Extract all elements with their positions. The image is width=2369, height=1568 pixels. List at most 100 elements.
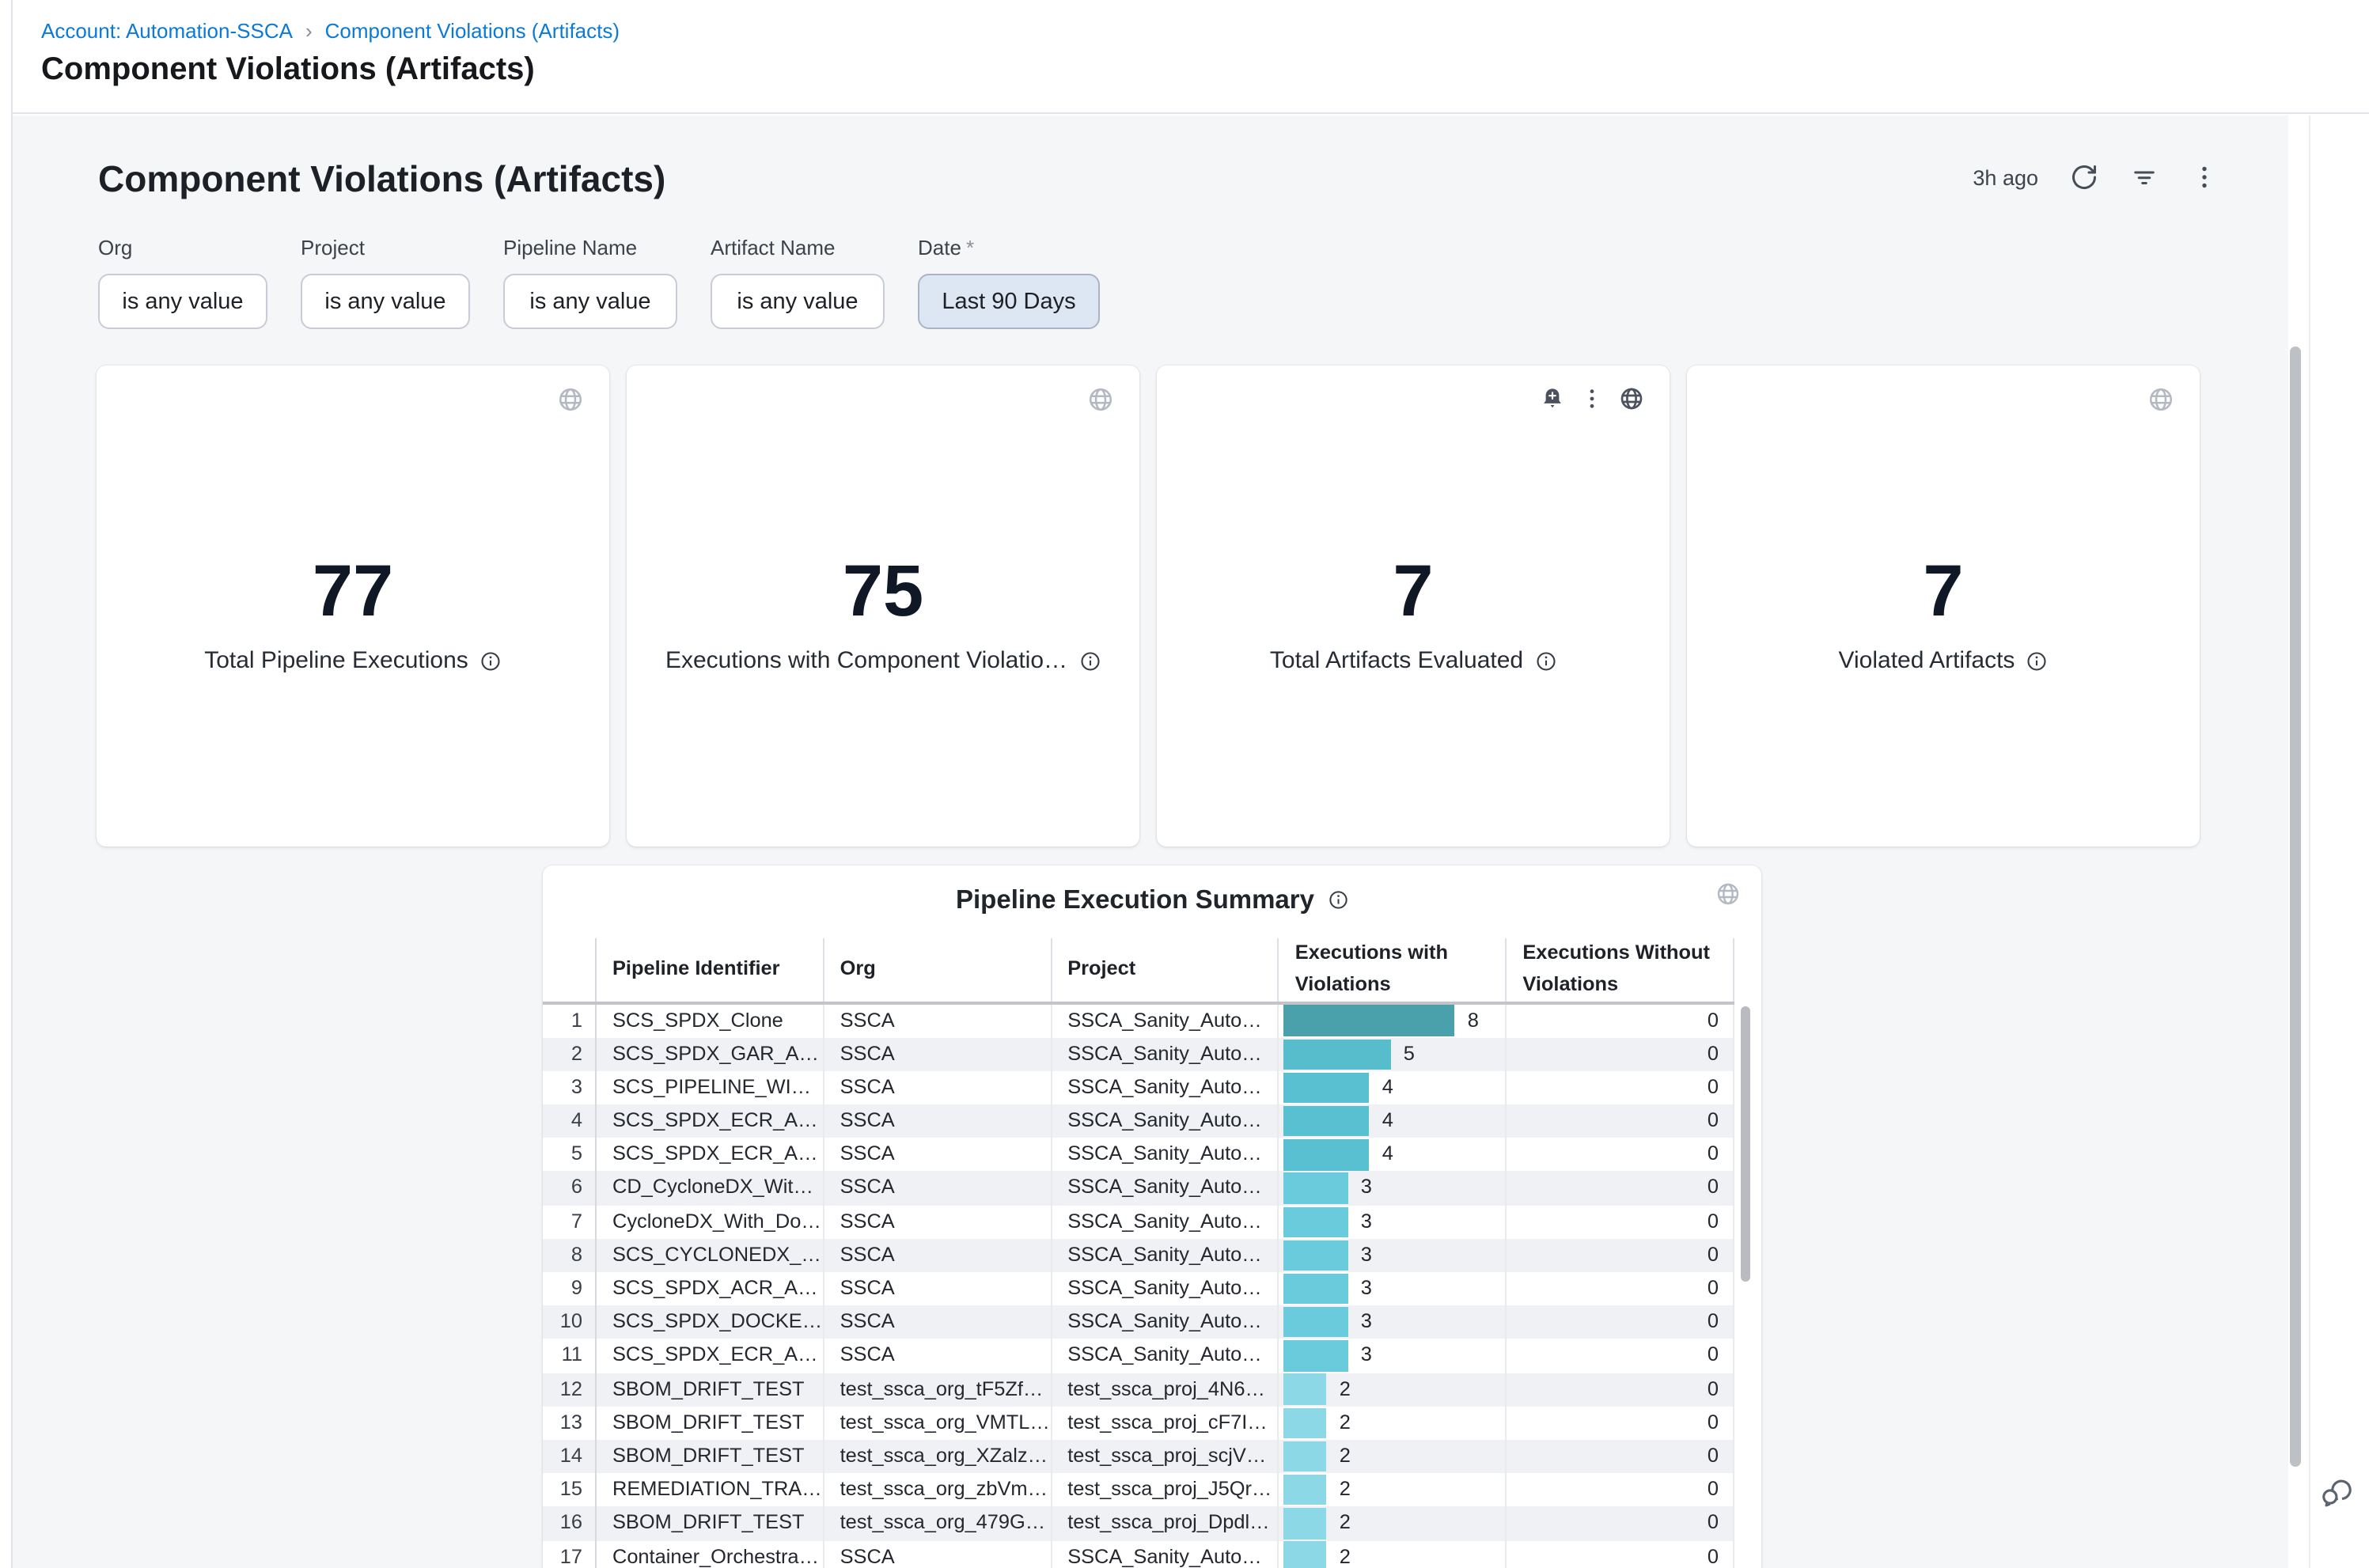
info-icon[interactable] bbox=[479, 650, 502, 672]
executions-with-violations-cell: 3 bbox=[1279, 1205, 1507, 1238]
column-header-executions-with-violations[interactable]: Executions withViolations bbox=[1279, 937, 1507, 1001]
project-cell: test_ssca_proj_cF7I9… bbox=[1052, 1407, 1279, 1440]
chat-help-icon[interactable] bbox=[2320, 1475, 2355, 1509]
filter-artifact-name-label: Artifact Name bbox=[711, 236, 885, 259]
column-header-org[interactable]: Org bbox=[824, 937, 1052, 1001]
executions-without-violations-cell: 0 bbox=[1507, 1339, 1734, 1373]
violations-bar bbox=[1284, 1475, 1327, 1506]
table-row: 1SCS_SPDX_CloneSSCASSCA_Sanity_Automa…80 bbox=[543, 1004, 1734, 1037]
breadcrumb-link-page[interactable]: Component Violations (Artifacts) bbox=[325, 19, 620, 43]
violations-bar bbox=[1284, 1441, 1327, 1472]
globe-icon bbox=[557, 386, 584, 413]
org-cell: test_ssca_org_XZalzy… bbox=[824, 1440, 1052, 1473]
pipeline-identifier-cell: SCS_SPDX_GAR_ALL… bbox=[597, 1037, 824, 1070]
bell-plus-alert-icon[interactable] bbox=[1540, 386, 1565, 411]
row-number-column-header bbox=[543, 937, 597, 1001]
pipeline-identifier-cell: SBOM_DRIFT_TEST bbox=[597, 1407, 824, 1440]
violations-value: 2 bbox=[1340, 1373, 1351, 1406]
table-row: 14SBOM_DRIFT_TESTtest_ssca_org_XZalzy…te… bbox=[543, 1440, 1734, 1473]
project-cell: SSCA_Sanity_Automa… bbox=[1052, 1339, 1279, 1373]
filter-pipeline-name-label: Pipeline Name bbox=[503, 236, 677, 259]
executions-with-violations-cell: 2 bbox=[1279, 1373, 1507, 1406]
violations-bar bbox=[1284, 1307, 1348, 1338]
table-row: 8SCS_CYCLONEDX_GA…SSCASSCA_Sanity_Automa… bbox=[543, 1239, 1734, 1272]
executions-without-violations-cell: 0 bbox=[1507, 1440, 1734, 1473]
violations-value: 4 bbox=[1382, 1071, 1393, 1104]
project-cell: SSCA_Sanity_Automa… bbox=[1052, 1071, 1279, 1104]
row-number-cell: 10 bbox=[543, 1305, 597, 1339]
project-cell: SSCA_Sanity_Automa… bbox=[1052, 1004, 1279, 1037]
dashboard-title: Component Violations (Artifacts) bbox=[98, 158, 665, 201]
filter-icon[interactable] bbox=[2130, 163, 2159, 191]
filter-org-label: Org bbox=[98, 236, 267, 259]
info-icon[interactable] bbox=[1534, 650, 1556, 672]
kebab-menu-icon[interactable] bbox=[1579, 386, 1605, 411]
row-number-cell: 3 bbox=[543, 1071, 597, 1104]
pipeline-identifier-cell: SBOM_DRIFT_TEST bbox=[597, 1507, 824, 1540]
project-cell: SSCA_Sanity_Automa… bbox=[1052, 1138, 1279, 1172]
pipeline-identifier-cell: SCS_CYCLONEDX_GA… bbox=[597, 1239, 824, 1272]
page-scrollbar-thumb[interactable] bbox=[2290, 347, 2300, 1467]
org-cell: SSCA bbox=[824, 1305, 1052, 1339]
filter-artifact-name-value-button[interactable]: is any value bbox=[711, 274, 885, 329]
filter-project-value-button[interactable]: is any value bbox=[301, 274, 470, 329]
violations-value: 3 bbox=[1361, 1305, 1372, 1339]
project-cell: test_ssca_proj_Dpdlb… bbox=[1052, 1507, 1279, 1540]
dashboard-controls: 3h ago bbox=[1973, 163, 2219, 191]
violations-bar bbox=[1284, 1508, 1327, 1539]
project-cell: SSCA_Sanity_Automa… bbox=[1052, 1037, 1279, 1070]
executions-with-violations-cell: 2 bbox=[1279, 1540, 1507, 1568]
violations-value: 3 bbox=[1361, 1339, 1372, 1373]
executions-with-violations-cell: 2 bbox=[1279, 1407, 1507, 1440]
filter-date-label: Date* bbox=[918, 236, 1100, 259]
table-scrollbar-thumb[interactable] bbox=[1741, 1006, 1750, 1281]
executions-with-violations-cell: 3 bbox=[1279, 1339, 1507, 1373]
org-cell: test_ssca_org_tF5Zf0… bbox=[824, 1373, 1052, 1406]
violations-value: 2 bbox=[1340, 1507, 1351, 1540]
row-number-cell: 17 bbox=[543, 1540, 597, 1568]
pipeline-identifier-cell: SCS_SPDX_DOCKER_… bbox=[597, 1305, 824, 1339]
filter-date-value-button[interactable]: Last 90 Days bbox=[918, 274, 1100, 329]
table-row: 2SCS_SPDX_GAR_ALL…SSCASSCA_Sanity_Automa… bbox=[543, 1037, 1734, 1070]
executions-with-violations-cell: 3 bbox=[1279, 1239, 1507, 1272]
row-number-cell: 4 bbox=[543, 1104, 597, 1138]
breadcrumb: Account: Automation-SSCA › Component Vio… bbox=[41, 19, 620, 43]
org-cell: test_ssca_org_479Gc… bbox=[824, 1507, 1052, 1540]
column-header-executions-without-violations[interactable]: Executions WithoutViolations bbox=[1507, 937, 1734, 1001]
required-asterisk: * bbox=[966, 236, 974, 259]
project-cell: test_ssca_proj_4N6M… bbox=[1052, 1373, 1279, 1406]
table-row: 5SCS_SPDX_ECR_ALL_…SSCASSCA_Sanity_Autom… bbox=[543, 1138, 1734, 1172]
refresh-icon[interactable] bbox=[2070, 163, 2098, 191]
executions-without-violations-cell: 0 bbox=[1507, 1272, 1734, 1305]
kpi-value: 77 bbox=[97, 546, 609, 634]
content-right-divider bbox=[2309, 116, 2310, 1568]
info-icon[interactable] bbox=[1327, 890, 1348, 911]
filter-pipeline-name-value-button[interactable]: is any value bbox=[503, 274, 677, 329]
info-icon[interactable] bbox=[1078, 650, 1101, 672]
column-header-project[interactable]: Project bbox=[1052, 937, 1279, 1001]
column-header-pipeline-identifier[interactable]: Pipeline Identifier bbox=[597, 937, 824, 1001]
filter-org-value-button[interactable]: is any value bbox=[98, 274, 267, 329]
kebab-menu-icon[interactable] bbox=[2190, 163, 2219, 191]
org-cell: SSCA bbox=[824, 1004, 1052, 1037]
org-cell: SSCA bbox=[824, 1239, 1052, 1272]
executions-with-violations-cell: 2 bbox=[1279, 1440, 1507, 1473]
org-cell: SSCA bbox=[824, 1339, 1052, 1373]
project-cell: test_ssca_proj_J5Qrd… bbox=[1052, 1473, 1279, 1506]
pipeline-identifier-cell: SCS_PIPELINE_WITH… bbox=[597, 1071, 824, 1104]
info-icon[interactable] bbox=[2026, 650, 2048, 672]
violations-value: 3 bbox=[1361, 1205, 1372, 1238]
kpi-card-executions-with-violations: 75 Executions with Component Violatio… bbox=[627, 365, 1139, 846]
table-row: 4SCS_SPDX_ECR_ALL_…SSCASSCA_Sanity_Autom… bbox=[543, 1104, 1734, 1138]
breadcrumb-link-account[interactable]: Account: Automation-SSCA bbox=[41, 19, 293, 43]
violations-value: 4 bbox=[1382, 1138, 1393, 1172]
org-cell: test_ssca_org_VMTLz… bbox=[824, 1407, 1052, 1440]
page-header: Account: Automation-SSCA › Component Vio… bbox=[13, 0, 2369, 114]
violations-bar bbox=[1284, 1039, 1391, 1070]
violations-bar bbox=[1284, 1106, 1370, 1137]
kpi-card-total-pipeline-executions: 77 Total Pipeline Executions bbox=[97, 365, 609, 846]
kpi-card-violated-artifacts: 7 Violated Artifacts bbox=[1687, 365, 2200, 846]
table-row: 10SCS_SPDX_DOCKER_…SSCASSCA_Sanity_Autom… bbox=[543, 1305, 1734, 1339]
table-body: 1SCS_SPDX_CloneSSCASSCA_Sanity_Automa…80… bbox=[543, 1004, 1734, 1568]
org-cell: SSCA bbox=[824, 1272, 1052, 1305]
